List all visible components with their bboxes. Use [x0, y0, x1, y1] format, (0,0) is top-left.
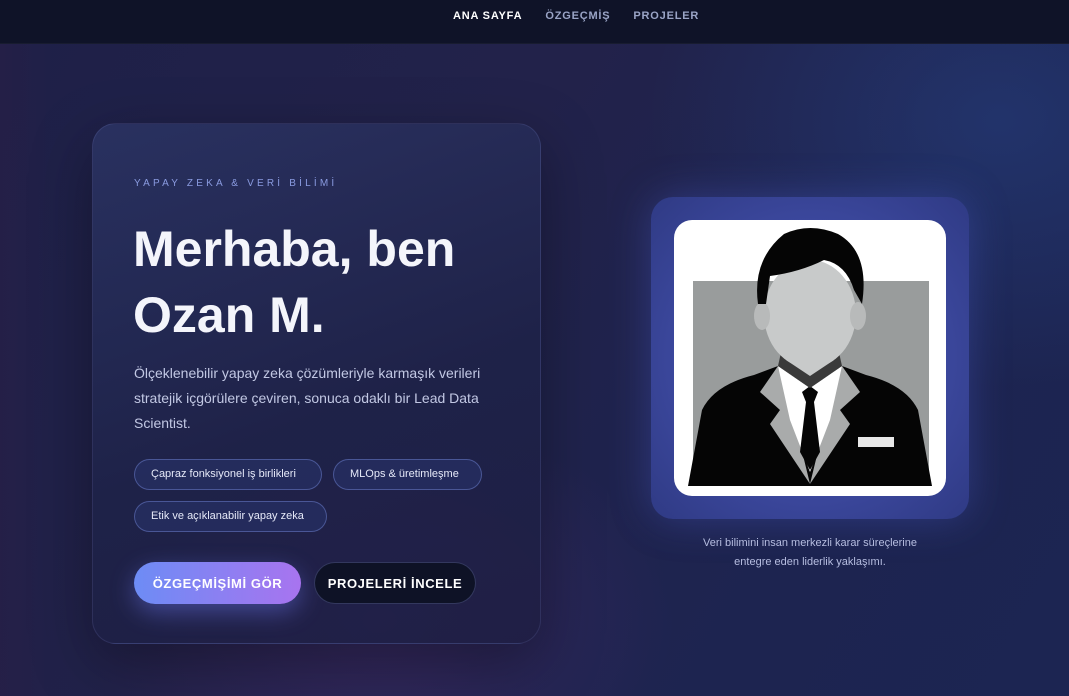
hero-eyebrow: YAPAY ZEKA & VERİ BİLİMİ	[134, 178, 338, 189]
hero-card: YAPAY ZEKA & VERİ BİLİMİ Merhaba, ben Oz…	[92, 123, 541, 644]
hero-headline: Merhaba, ben Ozan M.	[133, 216, 513, 348]
portrait-image	[674, 220, 946, 496]
headline-line-1: Merhaba, ben	[133, 221, 456, 277]
top-navbar: ANA SAYFA ÖZGEÇMİŞ PROJELER	[0, 0, 1069, 44]
portrait-frame	[651, 197, 969, 519]
skill-chip: MLOps & üretimleşme	[333, 459, 482, 490]
headline-line-2: Ozan M.	[133, 287, 325, 343]
portrait-caption: Veri bilimini insan merkezli karar süreç…	[650, 534, 970, 572]
view-resume-button[interactable]: ÖZGEÇMİŞİMİ GÖR	[134, 562, 301, 604]
skill-chip: Çapraz fonksiyonel iş birlikleri	[134, 459, 322, 490]
hero-description: Ölçeklenebilir yapay zeka çözümleriyle k…	[134, 365, 481, 431]
background-edge-shade	[0, 44, 52, 696]
view-projects-button[interactable]: PROJELERİ İNCELE	[314, 562, 476, 604]
nav-link-resume[interactable]: ÖZGEÇMİŞ	[545, 10, 610, 22]
nav-link-home[interactable]: ANA SAYFA	[453, 10, 522, 22]
caption-line-2: entegre eden liderlik yaklaşımı.	[734, 556, 886, 568]
businessman-avatar-icon	[688, 228, 932, 486]
nav-link-projects[interactable]: PROJELER	[633, 10, 699, 22]
nav-links: ANA SAYFA ÖZGEÇMİŞ PROJELER	[453, 10, 699, 22]
skill-chip: Etik ve açıklanabilir yapay zeka	[134, 501, 327, 532]
caption-line-1: Veri bilimini insan merkezli karar süreç…	[703, 537, 917, 549]
